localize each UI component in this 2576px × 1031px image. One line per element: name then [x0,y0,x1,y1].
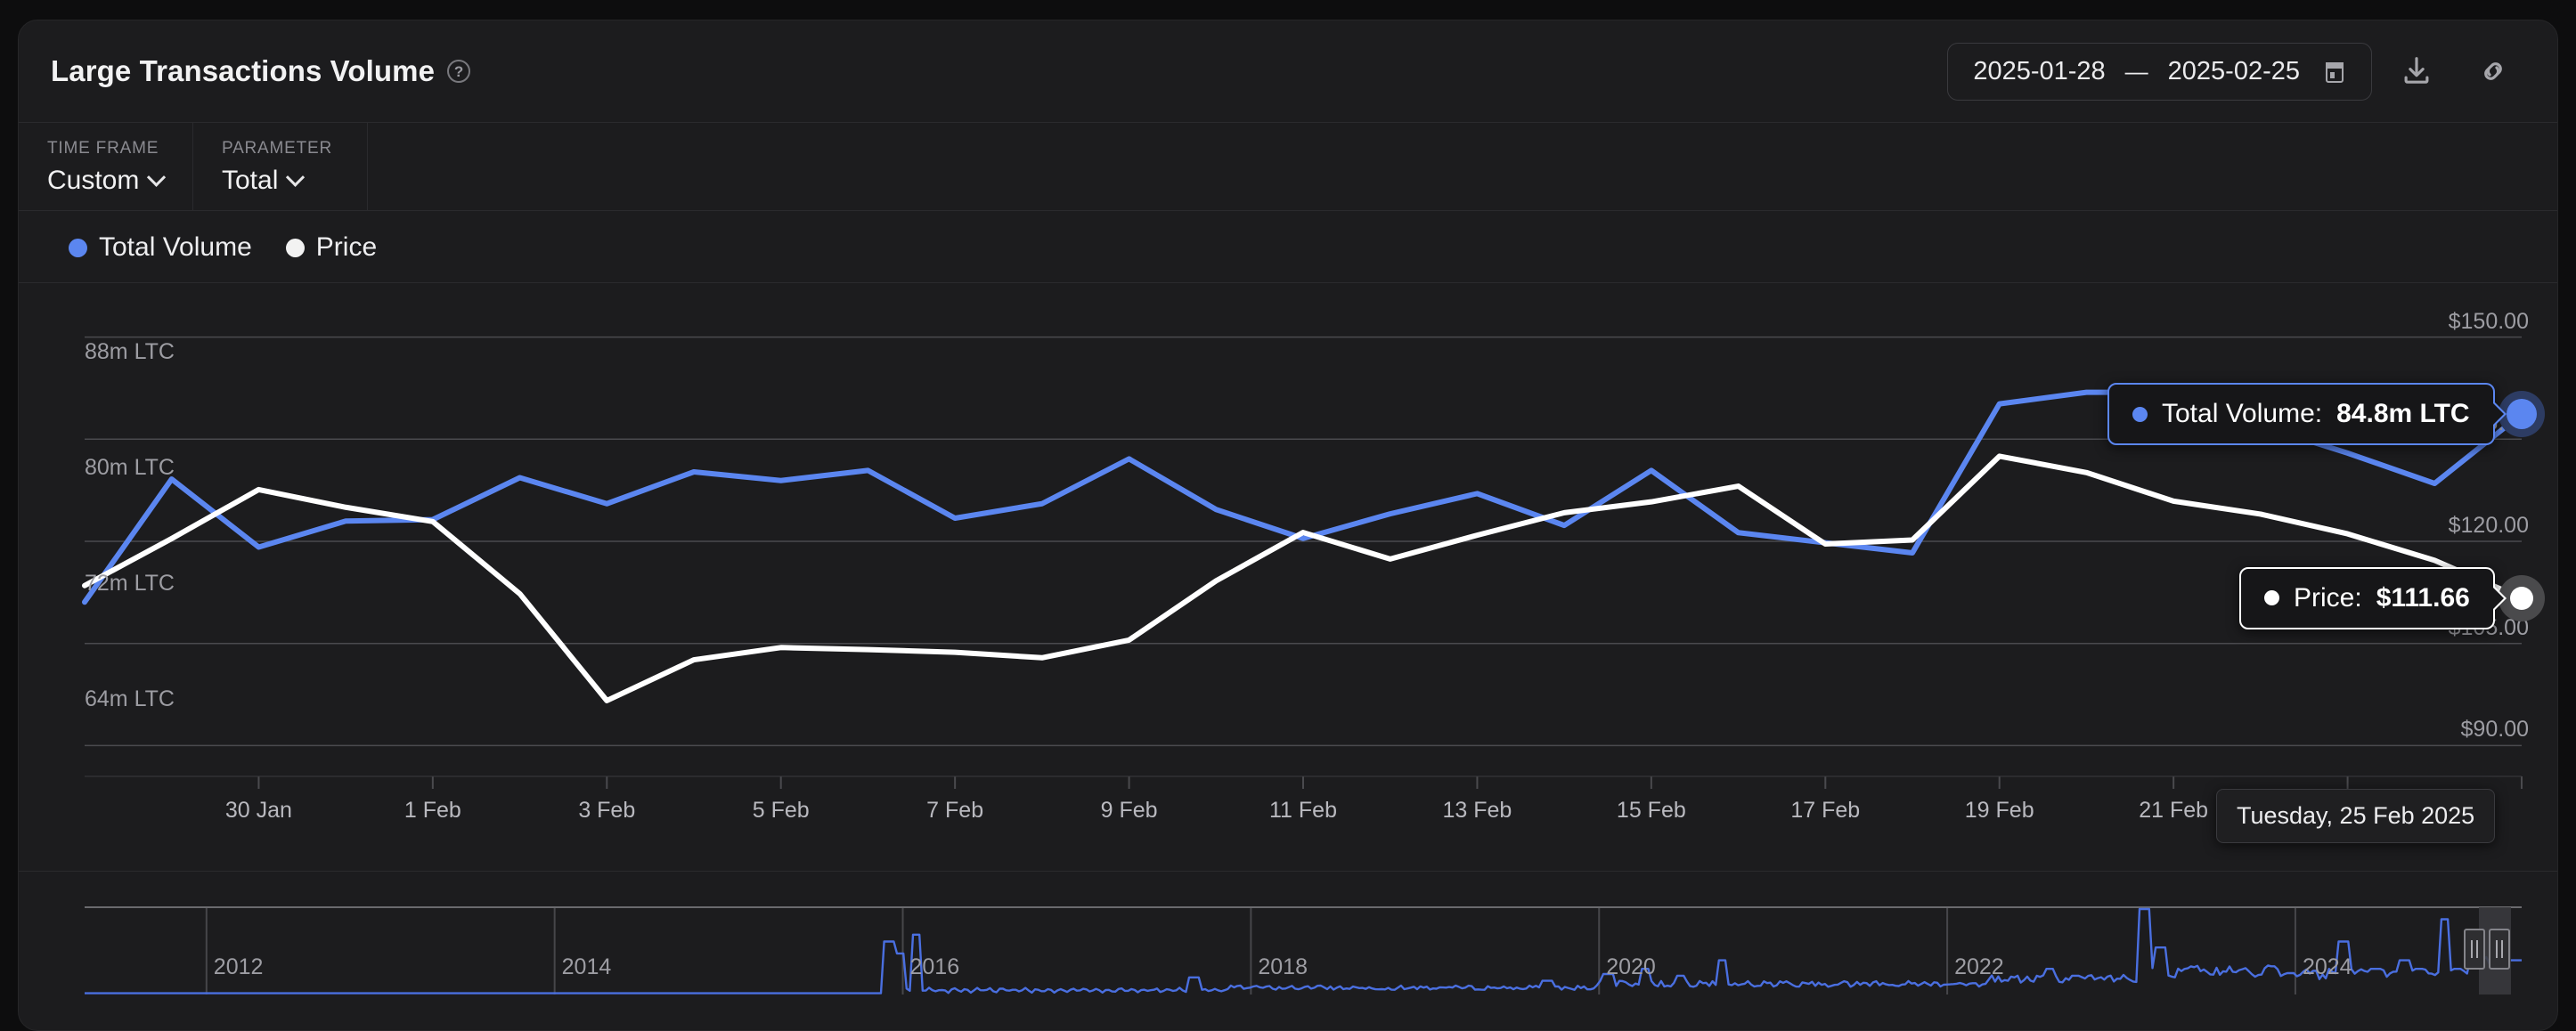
x-axis-tick-label: 11 Feb [1269,798,1337,823]
navigator-year-label: 2012 [213,954,264,979]
y-axis-left-tick-label: 80m LTC [85,455,175,480]
navigator-sparkline [85,907,2522,994]
date-from: 2025-01-28 [1973,56,2106,85]
navigator-year-label: 2024 [2302,954,2352,979]
date-separator: — [2124,57,2148,85]
y-axis-left-tick-label: 88m LTC [85,339,175,364]
x-axis-tick-label: 15 Feb [1616,798,1686,823]
parameter-value: Total [222,166,279,195]
chart-svg [82,336,2524,789]
y-axis-right-tick-label: $90.00 [2460,717,2529,743]
navigator-year-label: 2018 [1258,954,1308,979]
controls-filler [368,123,2557,210]
x-axis-tick-label: 17 Feb [1790,798,1861,823]
tooltip-arrow-total-volume [2492,401,2507,427]
calendar-icon [2323,59,2346,84]
time-frame-value-row: Custom [47,166,167,196]
x-axis-tick-label: 5 Feb [752,798,810,823]
chart-navigator[interactable]: 2012 2014 2016 2018 2020 2022 2024 [19,871,2557,1013]
time-frame-label: TIME FRAME [47,139,159,158]
y-axis-left-tick-label: 64m LTC [85,686,175,711]
x-axis-tick-label: 30 Jan [224,798,292,823]
chart-card: Large Transactions Volume ? 2025-01-28 —… [18,20,2558,1031]
copy-link-button[interactable] [2461,39,2525,103]
tooltip-label-price: Price: [2294,582,2362,613]
legend-dot-price [285,238,305,257]
parameter-select[interactable]: PARAMETER Total [193,123,368,210]
download-button[interactable] [2384,39,2449,103]
navigator-year-label: 2016 [909,954,960,979]
date-to: 2025-02-25 [2167,56,2300,85]
page-title: Large Transactions Volume [51,54,436,87]
download-icon [2404,57,2429,84]
x-axis-tick-label: 9 Feb [1100,798,1158,823]
link-icon [2484,62,2502,80]
legend-item-price[interactable]: Price [285,232,378,263]
navigator-year-label: 2020 [1606,954,1656,979]
chevron-down-icon [286,167,306,187]
y-axis-left-tick-label: 72m LTC [85,571,175,596]
parameter-label: PARAMETER [222,139,333,158]
controls-bar: TIME FRAME Custom PARAMETER Total [19,122,2557,211]
tooltip-date: Tuesday, 25 Feb 2025 [2216,789,2496,843]
legend-item-total-volume[interactable]: Total Volume [69,232,252,263]
tooltip-value-total-volume: 84.8m LTC [2336,399,2470,428]
time-frame-select[interactable]: TIME FRAME Custom [19,123,193,210]
chevron-down-icon [147,167,167,187]
question-mark-circle-icon[interactable]: ? [447,60,471,83]
series-end-marker [2507,399,2537,429]
navigator-drag-handle[interactable] [2464,929,2510,970]
drag-handle-icon [2464,929,2485,970]
parameter-value-row: Total [222,166,338,196]
legend-label-price: Price [315,232,378,262]
tooltip-dot-price [2264,590,2279,606]
y-axis-right-tick-label: $120.00 [2448,513,2529,538]
drag-handle-icon [2489,929,2510,970]
series-end-marker [2510,586,2533,610]
x-axis-tick-label: 1 Feb [404,798,461,823]
x-axis-tick-label: 7 Feb [926,798,984,823]
chart-plot-area[interactable]: 88m LTC80m LTC72m LTC64m LTC $150.00$135… [19,283,2557,871]
series-line-price [82,453,2524,703]
navigator-svg [85,906,2522,994]
header-actions: 2025-01-28 — 2025-02-25 [1947,39,2525,103]
y-axis-right-tick-label: $150.00 [2448,308,2529,334]
time-frame-value: Custom [47,166,140,195]
x-axis-tick-label: 3 Feb [578,798,636,823]
tooltip-total-volume: Total Volume: 84.8m LTC [2107,383,2507,445]
chart-legend: Total Volume Price [19,211,2557,283]
x-axis-tick-label: 21 Feb [2139,798,2209,823]
tooltip-dot-total-volume [2132,406,2148,422]
navigator-year-label: 2022 [1954,954,2004,979]
tooltip-price: Price: $111.66 [2239,566,2507,629]
legend-dot-total-volume [69,238,87,257]
navigator-year-label: 2014 [561,954,612,979]
date-range-picker[interactable]: 2025-01-28 — 2025-02-25 [1947,42,2372,101]
tooltip-arrow-price [2492,584,2507,612]
tooltip-label-total-volume: Total Volume: [2162,399,2323,428]
x-axis-tick-label: 13 Feb [1442,798,1512,823]
title-group: Large Transactions Volume ? [51,54,471,88]
tooltip-value-price: $111.66 [2376,582,2470,613]
x-axis-tick-label: 19 Feb [1964,798,2034,823]
legend-label-total-volume: Total Volume [99,232,252,262]
card-header: Large Transactions Volume ? 2025-01-28 —… [19,20,2557,122]
